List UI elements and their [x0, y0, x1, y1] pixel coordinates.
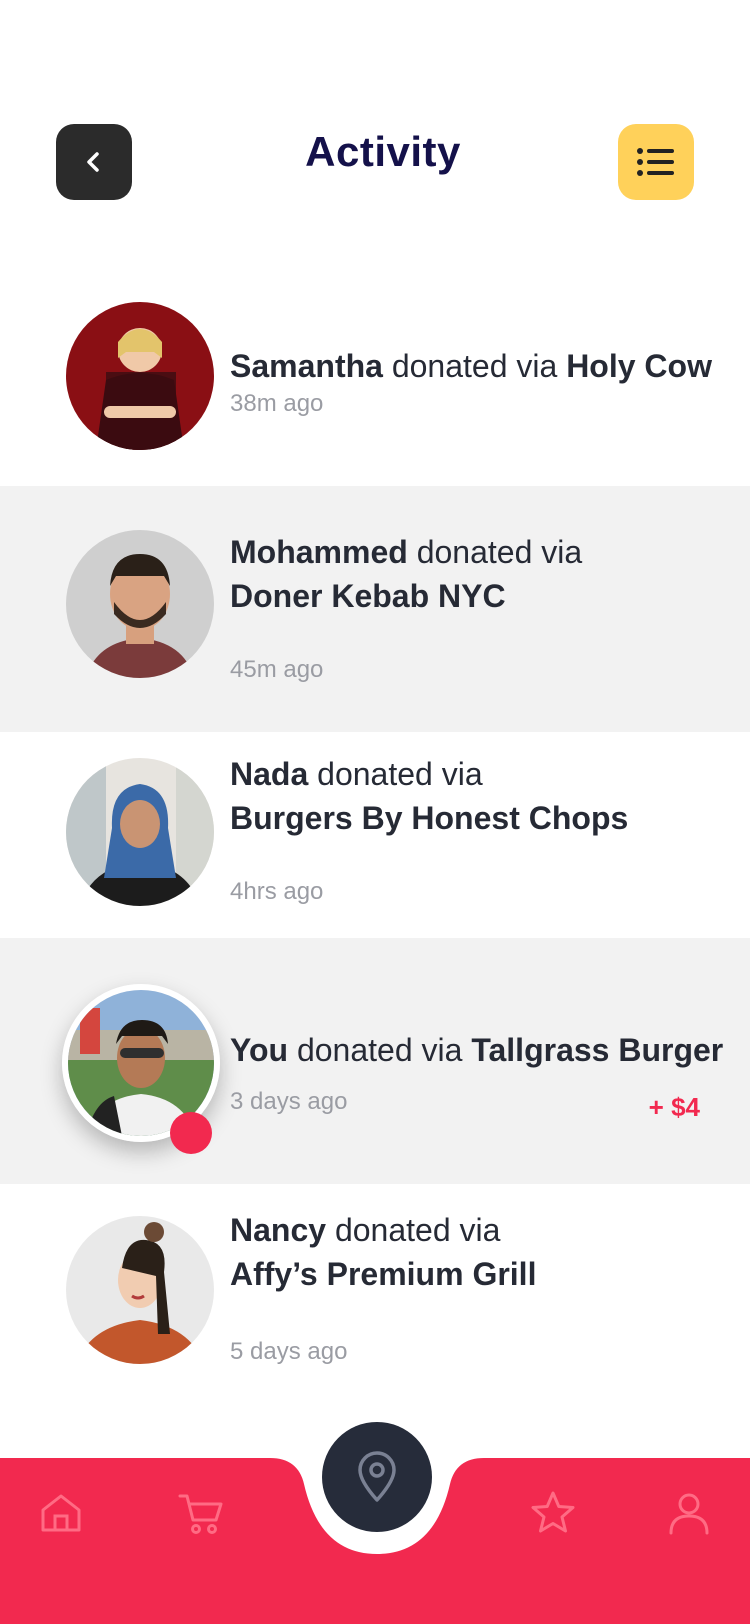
restaurant-name[interactable]: Affy’s Premium Grill: [230, 1256, 536, 1292]
activity-time: 5 days ago: [230, 1338, 348, 1365]
status-dot: [170, 1112, 212, 1154]
activity-time: 38m ago: [230, 390, 324, 417]
donor-name: Samantha: [230, 348, 383, 384]
activity-text: You donated via Tallgrass Burger: [230, 1028, 723, 1072]
activity-text: Nancy donated via Affy’s Premium Grill: [230, 1208, 536, 1296]
activity-item[interactable]: Samantha donated via Holy Cow 38m ago: [0, 284, 750, 486]
activity-time: 4hrs ago: [230, 878, 324, 905]
avatar: [66, 1216, 214, 1364]
activity-verb: donated via: [391, 348, 558, 384]
activity-time: 45m ago: [230, 656, 324, 683]
restaurant-name[interactable]: Holy Cow: [566, 348, 712, 384]
activity-item-you[interactable]: You donated via Tallgrass Burger 3 days …: [0, 938, 750, 1184]
activity-verb: donated via: [334, 1212, 501, 1248]
restaurant-name[interactable]: Tallgrass Burger: [471, 1032, 723, 1068]
activity-verb: donated via: [317, 756, 483, 792]
map-pin-icon: [358, 1451, 396, 1502]
avatar: [66, 302, 214, 450]
list-icon: [637, 148, 674, 176]
donor-name: Nancy: [230, 1212, 327, 1248]
activity-text: Mohammed donated via Doner Kebab NYC: [230, 530, 582, 618]
avatar: [66, 758, 214, 906]
header: Activity: [0, 0, 750, 260]
star-icon[interactable]: [530, 1490, 576, 1536]
cart-icon[interactable]: [178, 1490, 224, 1536]
donor-name: Mohammed: [230, 534, 408, 570]
map-button[interactable]: [322, 1422, 432, 1532]
user-icon[interactable]: [666, 1490, 712, 1536]
activity-time: 3 days ago: [230, 1088, 348, 1115]
avatar: [66, 530, 214, 678]
home-icon[interactable]: [38, 1490, 84, 1536]
activity-verb: donated via: [296, 1032, 463, 1068]
activity-item[interactable]: Nancy donated via Affy’s Premium Grill 5…: [0, 1184, 750, 1424]
donor-name: You: [230, 1032, 289, 1068]
donor-name: Nada: [230, 756, 309, 792]
activity-item[interactable]: Nada donated via Burgers By Honest Chops…: [0, 732, 750, 938]
activity-item[interactable]: Mohammed donated via Doner Kebab NYC 45m…: [0, 486, 750, 732]
activity-text: Nada donated via Burgers By Honest Chops: [230, 752, 628, 840]
restaurant-name[interactable]: Doner Kebab NYC: [230, 578, 506, 614]
menu-button[interactable]: [618, 124, 694, 200]
activity-text: Samantha donated via Holy Cow: [230, 344, 712, 388]
activity-verb: donated via: [416, 534, 583, 570]
restaurant-name[interactable]: Burgers By Honest Chops: [230, 800, 628, 836]
donation-amount: + $4: [648, 1092, 700, 1122]
